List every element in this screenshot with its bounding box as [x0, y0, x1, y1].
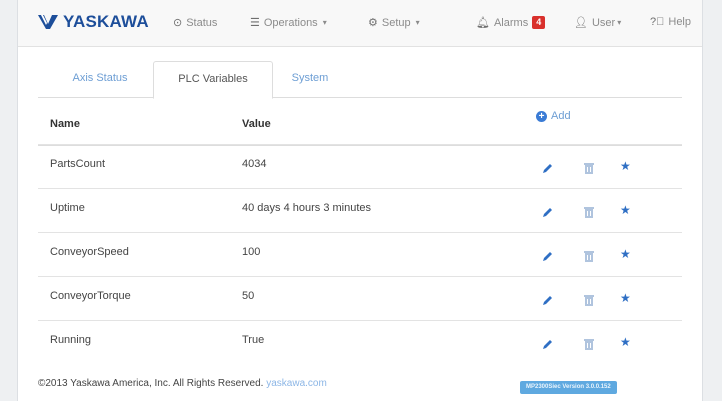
nav-operations-label: Operations [263, 16, 318, 29]
star-icon[interactable]: ★ [620, 335, 631, 349]
trash-icon[interactable] [584, 161, 594, 179]
chevron-down-icon: ▾ [322, 18, 327, 27]
star-icon[interactable]: ★ [620, 159, 631, 173]
variable-value: 4034 [242, 158, 267, 170]
nav-help[interactable]: ?⃝ Help [650, 16, 691, 28]
footer: ©2013 Yaskawa America, Inc. All Rights R… [38, 378, 327, 389]
trash-icon[interactable] [584, 205, 594, 223]
tab-bar: Axis Status PLC Variables System [38, 61, 682, 99]
pencil-icon[interactable] [542, 249, 554, 267]
nav-help-label: Help [668, 16, 691, 28]
chevron-down-icon: ▾ [415, 18, 420, 27]
variable-value: 40 days 4 hours 3 minutes [242, 202, 372, 214]
star-icon[interactable]: ★ [620, 291, 631, 305]
plus-circle-icon: + [536, 110, 547, 122]
table-row: PartsCount 4034 ★ [38, 144, 682, 189]
table-row: ConveyorTorque 50 ★ [38, 276, 682, 321]
brand-name: YASKAWA [63, 12, 149, 31]
star-icon[interactable]: ★ [620, 203, 631, 217]
nav-alarms[interactable]: 🔔︎ Alarms 4 [476, 16, 546, 29]
nav-setup-label: Setup [381, 16, 411, 29]
add-variable-button[interactable]: + Add [536, 110, 571, 122]
user-icon: 👤︎ [574, 17, 588, 29]
pencil-icon[interactable] [542, 161, 554, 179]
variable-name: Uptime [50, 202, 85, 214]
bell-icon: 🔔︎ [476, 17, 490, 29]
chevron-down-icon: ▾ [617, 18, 622, 27]
list-icon: ☰ [250, 17, 260, 29]
pencil-icon[interactable] [542, 337, 554, 355]
star-icon[interactable]: ★ [620, 247, 631, 261]
add-label: Add [551, 110, 571, 122]
variable-name: Running [50, 334, 91, 346]
nav-status-label: Status [186, 16, 218, 29]
variable-name: PartsCount [50, 158, 106, 170]
yaskawa-logo-icon [38, 15, 58, 29]
variable-value: 100 [242, 246, 261, 258]
app-window: YASKAWA ⊙ Status ☰ Operations ▾ ⚙ Setup … [18, 0, 702, 401]
top-navbar: YASKAWA ⊙ Status ☰ Operations ▾ ⚙ Setup … [18, 0, 702, 47]
nav-status[interactable]: ⊙ Status [173, 16, 218, 30]
nav-operations[interactable]: ☰ Operations ▾ [250, 16, 327, 30]
table-header: Name Value + Add [38, 100, 682, 146]
variable-name: ConveyorTorque [50, 290, 131, 302]
trash-icon[interactable] [584, 293, 594, 311]
pencil-icon[interactable] [542, 205, 554, 223]
variable-name: ConveyorSpeed [50, 246, 129, 258]
copyright-text: ©2013 Yaskawa America, Inc. All Rights R… [38, 378, 264, 389]
yaskawa-link[interactable]: yaskawa.com [266, 378, 327, 389]
table-row: ConveyorSpeed 100 ★ [38, 232, 682, 277]
column-header-name: Name [50, 118, 80, 130]
nav-setup[interactable]: ⚙ Setup ▾ [368, 16, 420, 30]
tab-plc-variables[interactable]: PLC Variables [153, 61, 273, 99]
pencil-icon[interactable] [542, 293, 554, 311]
question-circle-icon: ?⃝ [650, 16, 665, 28]
trash-icon[interactable] [584, 249, 594, 267]
variable-value: 50 [242, 290, 255, 302]
status-icon: ⊙ [173, 17, 183, 29]
alarm-count-badge: 4 [532, 16, 546, 29]
version-badge: MP2300Siec Version 3.0.0.152 [520, 381, 617, 394]
tab-axis-status[interactable]: Axis Status [50, 61, 150, 96]
tab-system[interactable]: System [275, 61, 345, 96]
table-row: Uptime 40 days 4 hours 3 minutes ★ [38, 188, 682, 233]
brand-logo[interactable]: YASKAWA [38, 12, 149, 32]
variable-value: True [242, 334, 265, 346]
nav-user[interactable]: 👤︎ User ▾ [574, 16, 622, 30]
column-header-value: Value [242, 118, 271, 130]
trash-icon[interactable] [584, 337, 594, 355]
gear-icon: ⚙ [368, 17, 378, 29]
table-row: Running True ★ [38, 320, 682, 365]
nav-alarms-label: Alarms [493, 16, 529, 29]
nav-user-label: User [591, 16, 616, 29]
